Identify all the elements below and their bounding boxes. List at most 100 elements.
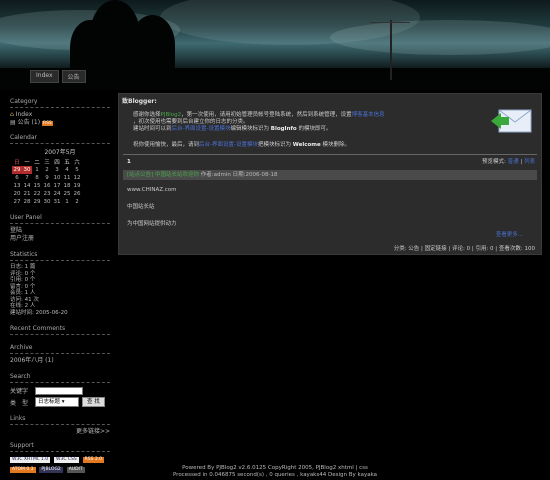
divider xyxy=(10,107,110,108)
divider xyxy=(123,154,537,155)
calendar-day: 30 xyxy=(43,199,51,205)
read-more-link[interactable]: 查看更多... xyxy=(496,232,523,239)
calendar-day: 5 xyxy=(75,167,79,173)
top-nav: Index 公告 xyxy=(30,70,86,83)
calendar-day: 31 xyxy=(53,199,61,205)
divider xyxy=(10,223,110,224)
links-title: Links xyxy=(10,415,26,422)
support-title: Support xyxy=(10,442,34,449)
weekday: 六 xyxy=(74,160,80,166)
calendar-day: 19 xyxy=(73,183,81,189)
post-line-3: 为中国网站提供动力 xyxy=(127,221,177,227)
nav-index[interactable]: Index xyxy=(30,70,59,83)
w3c-xhtml-badge[interactable]: W3C XHTML 1.0 xyxy=(10,457,51,463)
intro-line-2: ，初次使用也需要到后台建立你的日志的分类。 xyxy=(133,119,249,125)
calendar-day: 10 xyxy=(53,175,61,181)
weekday: 五 xyxy=(64,160,70,166)
search-type-label: 类 型 xyxy=(10,399,29,407)
search-type-row: 类 型 日志标题 ▾ 查 找 xyxy=(10,397,110,407)
divider xyxy=(10,424,110,425)
search-keyword-row: 关键字 xyxy=(10,386,110,395)
category-title: Category xyxy=(10,98,38,105)
register-link[interactable]: 用户注册 xyxy=(10,235,110,243)
post-line-2: 中国站长站 xyxy=(127,204,155,210)
mail-icon xyxy=(489,106,533,136)
footer-line-2: Processed in 0.046875 second(s) , 0 quer… xyxy=(172,472,378,478)
weekday: 日 xyxy=(14,160,20,166)
calendar-day: 18 xyxy=(63,183,71,189)
rss-icon[interactable]: RSS xyxy=(41,121,53,126)
weekday: 三 xyxy=(44,160,50,166)
archive-title: Archive xyxy=(10,344,33,351)
search-keyword-label: 关键字 xyxy=(10,388,29,395)
calendar-month: 2007年5月 xyxy=(44,149,76,156)
welcome-header: 致Blogger: xyxy=(122,98,157,105)
calendar-day: 16 xyxy=(43,183,51,189)
divider xyxy=(10,260,110,261)
calendar-day: 12 xyxy=(73,175,81,181)
statistics-title: Statistics xyxy=(10,251,38,258)
divider xyxy=(10,334,110,335)
calendar-day: 29 xyxy=(12,166,22,174)
category-item-announcement[interactable]: ▤ 公告 (1) RSS xyxy=(10,119,110,128)
post-line-1: www.CHINAZ.com xyxy=(127,187,177,193)
rss-badge[interactable]: RSS 2.0 xyxy=(82,457,105,463)
calendar-day: 2 xyxy=(75,199,79,205)
calendar-day: 20 xyxy=(13,191,21,197)
search-title: Search xyxy=(10,373,31,380)
w3c-css-badge[interactable]: W3C CSS xyxy=(54,457,79,463)
preview-mode: 预览模式: 普通 | 列表 xyxy=(482,159,535,165)
calendar-day: 15 xyxy=(33,183,41,189)
calendar-day: 8 xyxy=(35,175,39,181)
document-icon: ▤ xyxy=(10,119,16,126)
post-footer: 分类: 公告 | 固定链接 | 评论: 0 | 引用: 0 | 查看次数: 10… xyxy=(393,246,535,252)
divider xyxy=(10,451,110,452)
nav-announcement[interactable]: 公告 xyxy=(61,70,86,83)
recent-comments-title: Recent Comments xyxy=(10,325,66,332)
calendar-day: 23 xyxy=(43,191,51,197)
footer: Powered By PJBlog2 v2.6.0125 CopyRight 2… xyxy=(0,465,550,479)
calendar-day: 6 xyxy=(15,175,19,181)
intro-line-3: 建站时间可以到后台-界面设置-设置模块编辑模块标识为 BlogInfo 的模块即… xyxy=(133,126,332,132)
preview-list-link[interactable]: 列表 xyxy=(524,159,535,165)
archive-item[interactable]: 2006年八月 (1) xyxy=(10,357,110,365)
calendar-day: 1 xyxy=(65,199,69,205)
calendar-day: 22 xyxy=(33,191,41,197)
preview-normal-link[interactable]: 普通 xyxy=(508,159,519,165)
category-item-index[interactable]: ⌂ Index xyxy=(10,111,110,119)
calendar-day: 11 xyxy=(63,175,71,181)
calendar-day: 13 xyxy=(13,183,21,189)
more-links[interactable]: 更多链接>> xyxy=(10,428,110,436)
weekday: 一 xyxy=(24,160,30,166)
search-button[interactable]: 查 找 xyxy=(82,397,105,407)
post-title-link[interactable]: [站点公告] 中国站长站欢迎你 xyxy=(127,172,199,178)
login-link[interactable]: 登陆 xyxy=(10,227,110,235)
calendar-day: 24 xyxy=(53,191,61,197)
sidebar: Category ⌂ Index ▤ 公告 (1) RSS Calendar 2… xyxy=(10,92,110,475)
calendar-day: 14 xyxy=(23,183,31,189)
search-type-select[interactable]: 日志标题 ▾ xyxy=(35,397,79,407)
calendar-day: 7 xyxy=(25,175,29,181)
user-panel-title: User Panel xyxy=(10,214,42,221)
header-banner: Index 公告 xyxy=(0,0,550,90)
page-number[interactable]: 1 xyxy=(127,159,131,166)
footer-line-1: Powered By PJBlog2 v2.6.0125 CopyRight 2… xyxy=(182,465,368,471)
calendar-day: 9 xyxy=(45,175,49,181)
home-icon: ⌂ xyxy=(10,111,14,118)
divider xyxy=(10,143,110,144)
calendar-day: 28 xyxy=(23,199,31,205)
calendar-day: 21 xyxy=(23,191,31,197)
calendar-day: 17 xyxy=(53,183,61,189)
main-content: 致Blogger: 感谢你选择PJBlog2，第一次使用，请用初始管理员帐号登陆… xyxy=(118,93,542,255)
post-title-bar: [站点公告] 中国站长站欢迎你 作者:admin 日期:2006-08-18 xyxy=(123,170,537,180)
calendar-day: 26 xyxy=(73,191,81,197)
calendar-day: 30 xyxy=(22,166,32,174)
search-input[interactable] xyxy=(35,386,83,395)
post-meta: 作者:admin 日期:2006-08-18 xyxy=(200,172,278,178)
chevron-down-icon: ▾ xyxy=(61,399,65,405)
calendar-title: Calendar xyxy=(10,134,37,141)
calendar-day: 2 xyxy=(45,167,49,173)
weekday: 四 xyxy=(54,160,60,166)
stat-item: 建站时间: 2005-06-20 xyxy=(10,309,68,316)
calendar-day: 3 xyxy=(55,167,59,173)
